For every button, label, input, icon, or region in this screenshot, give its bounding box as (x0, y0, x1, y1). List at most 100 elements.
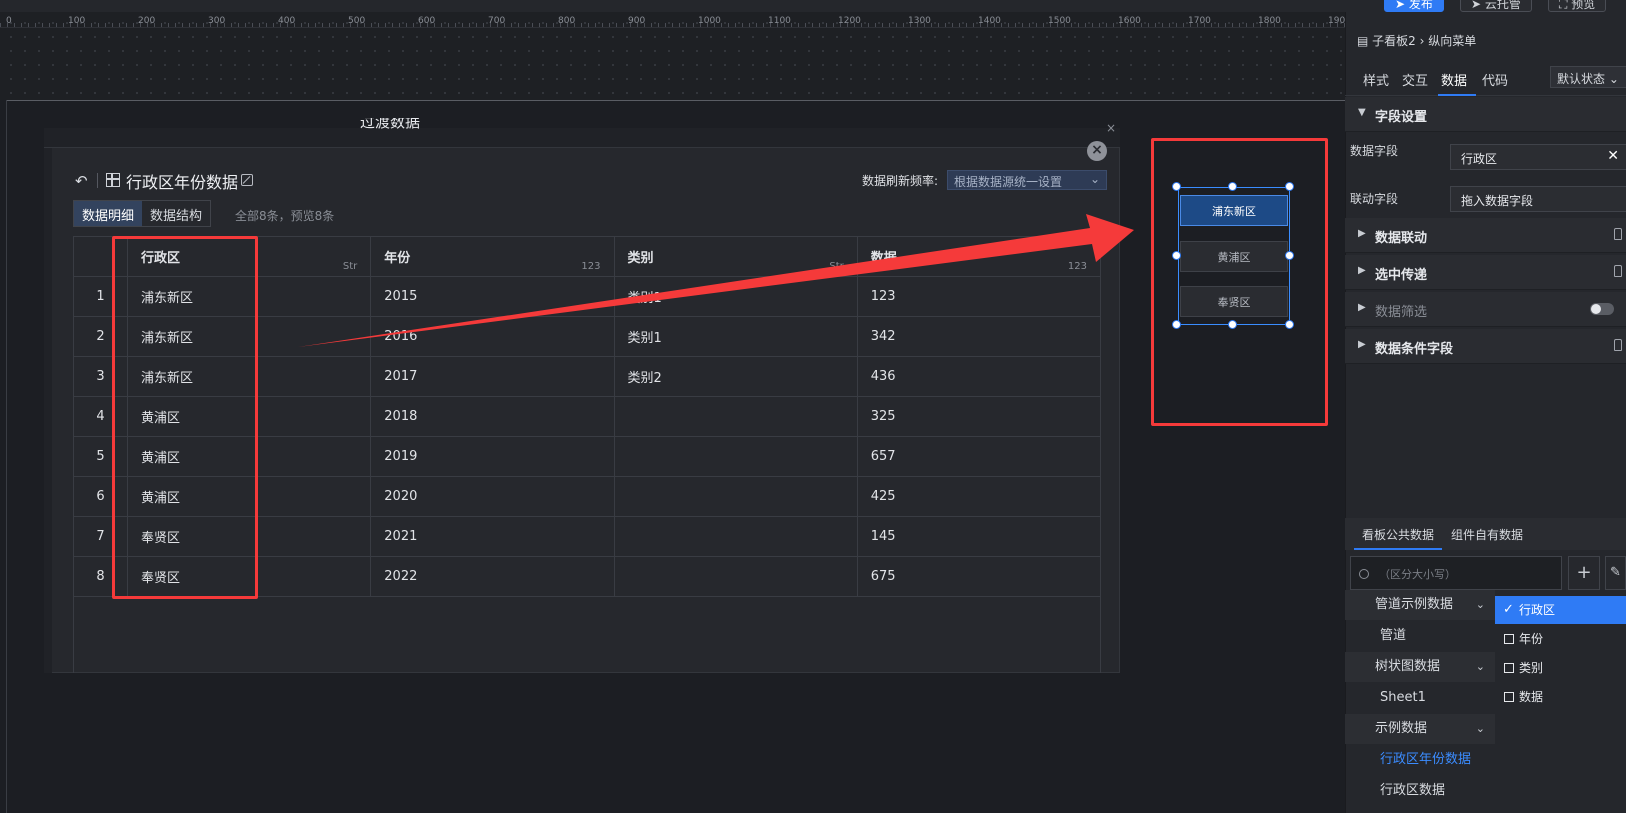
add-button[interactable]: + (1568, 556, 1600, 590)
chevron-down-icon: ⌄ (1608, 72, 1619, 86)
preview-menu-item[interactable]: 奉贤区 (1180, 286, 1288, 317)
data-field-input[interactable]: 行政区 ✕ (1450, 144, 1626, 170)
preview-menu-item[interactable]: 黄浦区 (1180, 241, 1288, 272)
refresh-frequency-label: 数据刷新频率: (862, 174, 939, 188)
tree-item[interactable]: 管道 (1345, 621, 1495, 651)
preview-menu-item[interactable]: 浦东新区 (1180, 195, 1288, 226)
clear-icon[interactable]: ✕ (1607, 148, 1619, 164)
table-cell: 123 (856, 276, 1102, 317)
ruler-tick-label: 100 (68, 16, 86, 26)
ruler-tick-label: 700 (488, 16, 506, 26)
ruler-tick-label: 1000 (698, 16, 721, 26)
column-name: 年份 (384, 251, 411, 266)
table-cell: 2019 (370, 436, 615, 477)
tree-group[interactable]: 管道示例数据 ⌄ (1345, 590, 1495, 620)
field-label: 行政区 (1519, 603, 1556, 617)
field-item[interactable]: 类别 (1495, 654, 1626, 682)
top-toolbar: ➤ 发布 ➤ 云托管 ⛶ 预览 (0, 0, 1626, 12)
preview-button[interactable]: ⛶ 预览 (1548, 0, 1607, 12)
tree-group[interactable]: 示例数据 ⌄ (1345, 714, 1495, 744)
checkbox[interactable] (1504, 634, 1514, 644)
search-input[interactable]: （区分大小写） (1350, 556, 1562, 590)
section-data-linkage[interactable]: ▶ 数据联动 (1345, 218, 1626, 253)
state-select[interactable]: 默认状态 ⌄ (1550, 66, 1626, 88)
edit-icon[interactable] (241, 174, 253, 186)
tab-interaction[interactable]: 交互 (1402, 70, 1428, 89)
ruler-tick-label: 1500 (1048, 16, 1071, 26)
ruler-tick-label: 900 (628, 16, 646, 26)
section-data-filter[interactable]: ▶ 数据筛选 (1345, 292, 1626, 327)
resize-handle[interactable] (1172, 320, 1181, 329)
tab-data-structure[interactable]: 数据结构 (142, 201, 210, 226)
tree-group[interactable]: 树状图数据 ⌄ (1345, 652, 1495, 682)
filter-toggle[interactable] (1590, 303, 1614, 315)
column-name: 类别 (627, 251, 654, 266)
caret-right-icon: ▶ (1358, 265, 1366, 276)
ruler-tick-label: 1200 (838, 16, 861, 26)
ruler-tick-label: 200 (138, 16, 156, 26)
modal-left-strip (44, 148, 52, 673)
checkbox[interactable] (1504, 663, 1514, 673)
tree-item-label: 管道示例数据 (1375, 597, 1454, 612)
breadcrumb-parent[interactable]: 子看板2 (1372, 34, 1416, 48)
section-field-settings[interactable]: ▼ 字段设置 (1345, 97, 1626, 132)
tree-item[interactable]: Sheet1 (1345, 683, 1495, 713)
resize-handle[interactable] (1172, 251, 1181, 260)
ruler-tick-label: 1100 (768, 16, 791, 26)
section-label: 选中传递 (1375, 268, 1428, 283)
close-icon[interactable]: × (1106, 121, 1116, 135)
resize-handle[interactable] (1228, 182, 1237, 191)
table-cell: 2020 (370, 476, 615, 517)
field-item[interactable]: 数据 (1495, 683, 1626, 711)
table-cell: 2022 (370, 556, 615, 597)
resize-handle[interactable] (1172, 182, 1181, 191)
back-icon[interactable]: ↶ (75, 172, 88, 190)
check-icon[interactable]: ✓ (1503, 596, 1514, 624)
data-field-value: 行政区 (1461, 152, 1498, 166)
active-tab-indicator (1354, 548, 1442, 550)
modal-header-strip (44, 128, 1120, 148)
table-cell: 436 (856, 356, 1102, 397)
column-header[interactable]: 数据 123 (856, 236, 1102, 277)
tab-style[interactable]: 样式 (1363, 70, 1389, 89)
section-data-condition[interactable]: ▶ 数据条件字段 (1345, 329, 1626, 364)
tree-item[interactable]: 分类数据 (1345, 807, 1495, 813)
checkbox[interactable] (1504, 692, 1514, 702)
resize-handle[interactable] (1285, 320, 1294, 329)
field-label: 数据 (1519, 690, 1544, 704)
tree-item-label: Sheet1 (1380, 690, 1426, 705)
publish-button[interactable]: ➤ 发布 (1384, 0, 1444, 12)
field-item[interactable]: ✓ 行政区 (1495, 596, 1626, 624)
resize-handle[interactable] (1228, 320, 1237, 329)
field-item[interactable]: 年份 (1495, 625, 1626, 653)
tab-component-own-data[interactable]: 组件自有数据 (1451, 526, 1523, 543)
column-header[interactable]: 类别 Str (613, 236, 858, 277)
state-value: 默认状态 (1557, 72, 1606, 86)
table-cell: 2017 (370, 356, 615, 397)
column-type-tag: Str (829, 261, 844, 272)
table-cell: 342 (856, 316, 1102, 357)
section-select-pass[interactable]: ▶ 选中传递 (1345, 255, 1626, 290)
tree-item[interactable]: 行政区数据 (1345, 776, 1495, 806)
refresh-frequency-select[interactable]: 根据数据源统一设置 ⌄ (947, 170, 1107, 190)
cloud-hosting-button[interactable]: ➤ 云托管 (1460, 0, 1532, 12)
canvas-left-edge (6, 100, 7, 813)
ruler-tick-label: 1300 (908, 16, 931, 26)
modal-top-title: 过渡数据 (360, 118, 421, 130)
modal-close-button[interactable]: × (1087, 141, 1107, 161)
link-field-input[interactable]: 拖入数据字段 (1450, 186, 1626, 212)
column-name: 数据 (870, 251, 897, 266)
edit-icon[interactable]: ✎ (1605, 556, 1626, 590)
tree-item[interactable]: 行政区年份数据 (1345, 745, 1495, 775)
tab-data[interactable]: 数据 (1441, 70, 1467, 89)
tab-data-detail[interactable]: 数据明细 (74, 201, 143, 226)
tab-board-public-data[interactable]: 看板公共数据 (1362, 526, 1434, 543)
chevron-right-icon: › (1419, 34, 1425, 48)
ruler-tick-label: 0 (6, 16, 12, 26)
resize-handle[interactable] (1285, 182, 1294, 191)
ruler-tick-label: 800 (558, 16, 576, 26)
table-cell (613, 476, 858, 517)
tab-code[interactable]: 代码 (1482, 70, 1508, 89)
resize-handle[interactable] (1285, 251, 1294, 260)
column-header[interactable]: 年份 123 (370, 236, 615, 277)
